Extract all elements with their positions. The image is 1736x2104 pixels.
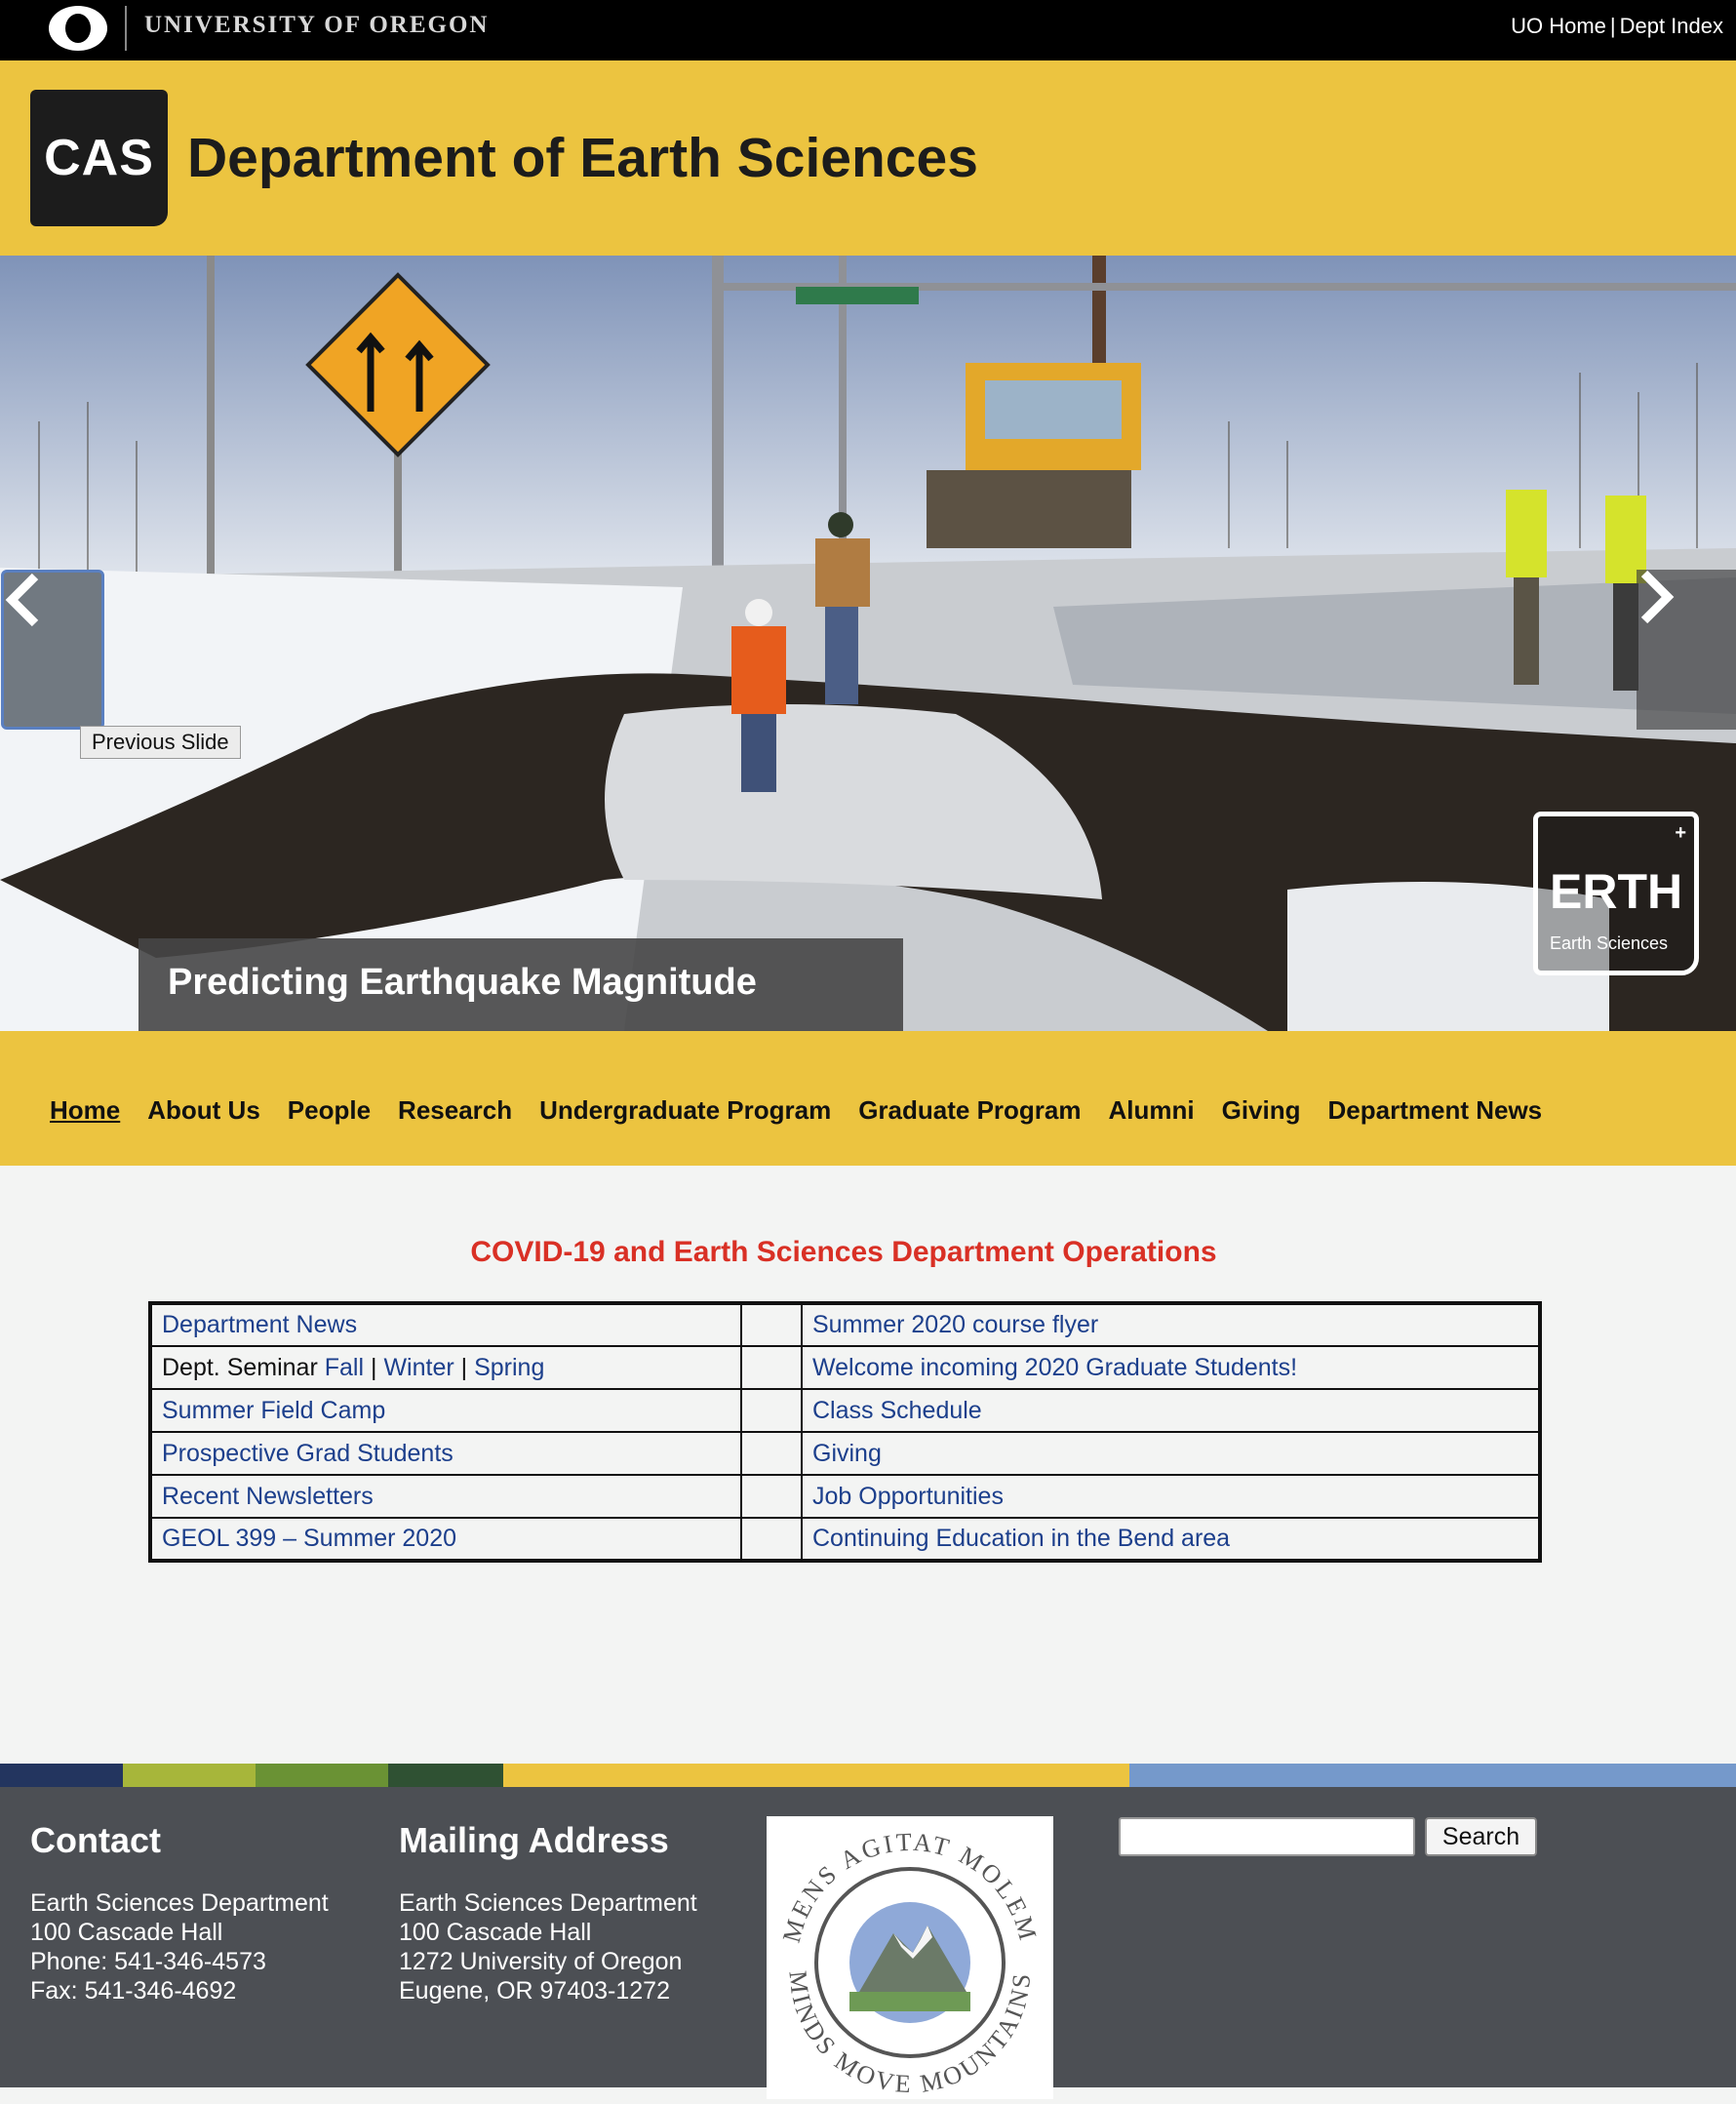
main-content: COVID-19 and Earth Sciences Department O…: [0, 1166, 1736, 1764]
erth-badge[interactable]: + ERTH Earth Sciences: [1533, 812, 1699, 975]
table-row: GEOL 399 – Summer 2020 Continuing Educat…: [149, 1517, 1541, 1562]
nav-item-people[interactable]: People: [288, 1095, 371, 1126]
seminar-fall-link[interactable]: Fall: [325, 1354, 364, 1381]
earth-sciences-seal: MENS AGITAT MOLEM MINDS MOVE MOUNTAINS: [767, 1816, 1053, 2099]
contact-line: Earth Sciences Department: [30, 1889, 329, 1917]
seminar-separator: |: [460, 1353, 468, 1381]
table-row: Department News Summer 2020 course flyer: [149, 1302, 1541, 1347]
giving-link[interactable]: Giving: [801, 1431, 1541, 1476]
mailing-line: Earth Sciences Department: [399, 1889, 697, 1917]
nav-item-department-news[interactable]: Department News: [1328, 1095, 1543, 1126]
summer-field-camp-link[interactable]: Summer Field Camp: [149, 1388, 742, 1433]
slide-caption[interactable]: Predicting Earthquake Magnitude: [138, 938, 903, 1031]
hero-slider: Previous Slide Predicting Earthquake Mag…: [0, 256, 1736, 1031]
contact-fax: Fax: 541-346-4692: [30, 1977, 237, 2005]
seminar-spring-link[interactable]: Spring: [474, 1354, 544, 1381]
university-name[interactable]: UNIVERSITY OF OREGON: [144, 12, 489, 39]
seal-emblem-icon: MENS AGITAT MOLEM MINDS MOVE MOUNTAINS: [777, 1828, 1041, 2098]
main-nav: Home About Us People Research Undergradu…: [0, 1031, 1736, 1166]
uo-o-logo-icon[interactable]: [47, 4, 109, 53]
summer-course-flyer-link[interactable]: Summer 2020 course flyer: [801, 1302, 1541, 1347]
table-spacer-cell: [740, 1431, 803, 1476]
nav-item-about-us[interactable]: About Us: [147, 1095, 260, 1126]
contact-heading: Contact: [30, 1820, 161, 1860]
covid-notice-link[interactable]: COVID-19 and Earth Sciences Department O…: [0, 1236, 1687, 1269]
quick-links-table: Department News Summer 2020 course flyer…: [148, 1301, 1542, 1563]
hero-image: [0, 256, 1736, 1031]
job-opportunities-link[interactable]: Job Opportunities: [801, 1474, 1541, 1519]
nav-item-graduate-program[interactable]: Graduate Program: [858, 1095, 1081, 1126]
site-header: CAS Department of Earth Sciences: [0, 60, 1736, 256]
chevron-right-icon: [1640, 570, 1675, 624]
dept-seminar-cell: Dept. Seminar Fall | Winter | Spring: [149, 1345, 742, 1390]
mailing-line: Eugene, OR 97403-1272: [399, 1977, 670, 2005]
nav-item-home[interactable]: Home: [50, 1095, 120, 1126]
nav-item-giving[interactable]: Giving: [1222, 1095, 1301, 1126]
top-links-separator: |: [1609, 14, 1616, 38]
table-spacer-cell: [740, 1517, 803, 1562]
contact-line: 100 Cascade Hall: [30, 1919, 223, 1946]
top-links: UO Home | Dept Index: [1511, 14, 1723, 39]
footer-color-stripe: [0, 1764, 1736, 1787]
contact-info: Earth Sciences Department 100 Cascade Ha…: [30, 1888, 329, 2005]
nav-item-research[interactable]: Research: [398, 1095, 512, 1126]
erth-badge-plus: +: [1675, 822, 1686, 844]
table-spacer-cell: [740, 1388, 803, 1433]
site-title[interactable]: Department of Earth Sciences: [187, 126, 978, 190]
stripe-segment: [1129, 1764, 1736, 1787]
mailing-line: 1272 University of Oregon: [399, 1948, 683, 1975]
search-input[interactable]: [1119, 1817, 1415, 1856]
department-news-link[interactable]: Department News: [149, 1302, 742, 1347]
erth-badge-subtitle: Earth Sciences: [1550, 933, 1669, 953]
mailing-line: 100 Cascade Hall: [399, 1919, 592, 1946]
table-row: Dept. Seminar Fall | Winter | Spring Wel…: [149, 1345, 1541, 1390]
dept-index-link[interactable]: Dept Index: [1620, 14, 1723, 38]
cas-badge[interactable]: CAS: [30, 90, 168, 226]
stripe-segment: [503, 1764, 1129, 1787]
prospective-grad-students-link[interactable]: Prospective Grad Students: [149, 1431, 742, 1476]
geol-399-link[interactable]: GEOL 399 – Summer 2020: [149, 1517, 742, 1562]
table-spacer-cell: [740, 1474, 803, 1519]
table-row: Recent Newsletters Job Opportunities: [149, 1474, 1541, 1519]
continuing-education-link[interactable]: Continuing Education in the Bend area: [801, 1517, 1541, 1562]
seminar-separator: |: [371, 1353, 377, 1381]
welcome-grad-students-link[interactable]: Welcome incoming 2020 Graduate Students!: [801, 1345, 1541, 1390]
contact-phone: Phone: 541-346-4573: [30, 1948, 266, 1975]
mailing-address-heading: Mailing Address: [399, 1820, 669, 1860]
stripe-segment: [256, 1764, 388, 1787]
stripe-segment: [0, 1764, 123, 1787]
stripe-segment: [388, 1764, 503, 1787]
previous-slide-tooltip: Previous Slide: [80, 726, 241, 759]
class-schedule-link[interactable]: Class Schedule: [801, 1388, 1541, 1433]
table-spacer-cell: [740, 1345, 803, 1390]
dept-seminar-label: Dept. Seminar: [162, 1353, 318, 1381]
previous-slide-button[interactable]: [1, 570, 104, 730]
mailing-address: Earth Sciences Department 100 Cascade Ha…: [399, 1888, 697, 2005]
table-row: Summer Field Camp Class Schedule: [149, 1388, 1541, 1433]
recent-newsletters-link[interactable]: Recent Newsletters: [149, 1474, 742, 1519]
stripe-segment: [123, 1764, 256, 1787]
uo-topbar: UNIVERSITY OF OREGON UO Home | Dept Index: [0, 0, 1736, 60]
chevron-left-icon: [5, 573, 39, 627]
nav-item-alumni[interactable]: Alumni: [1109, 1095, 1195, 1126]
table-spacer-cell: [740, 1302, 803, 1347]
topbar-divider: [125, 6, 127, 51]
next-slide-button[interactable]: [1637, 570, 1736, 730]
nav-item-undergraduate-program[interactable]: Undergraduate Program: [539, 1095, 831, 1126]
seminar-winter-link[interactable]: Winter: [383, 1354, 454, 1381]
table-row: Prospective Grad Students Giving: [149, 1431, 1541, 1476]
search-button[interactable]: Search: [1425, 1817, 1537, 1856]
site-footer: Contact Earth Sciences Department 100 Ca…: [0, 1787, 1736, 2099]
uo-home-link[interactable]: UO Home: [1511, 14, 1606, 38]
erth-badge-title: ERTH: [1550, 864, 1683, 919]
